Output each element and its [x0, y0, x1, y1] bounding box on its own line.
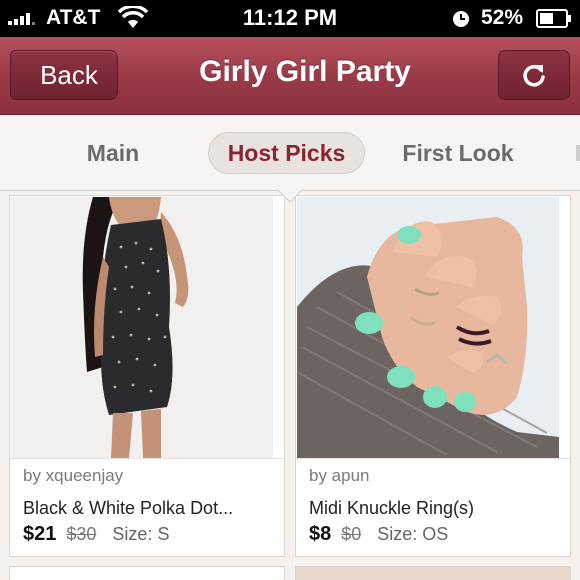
listing-card-next[interactable] — [9, 566, 285, 580]
listing-size: Size: S — [112, 524, 170, 544]
listing-card[interactable]: by apun Midi Knuckle Ring(s) $8 $0 Size:… — [295, 195, 571, 557]
listing-title[interactable]: Midi Knuckle Ring(s) — [309, 498, 474, 519]
tab-host-picks[interactable]: Host Picks — [208, 132, 365, 174]
card-divider — [10, 458, 284, 459]
listing-price: $8 — [309, 523, 332, 545]
listing-title[interactable]: Black & White Polka Dot... — [23, 498, 233, 519]
nav-bar: Back Girly Girl Party — [0, 37, 580, 115]
price-row: $21 $30 Size: S — [23, 523, 169, 546]
tab-first-look[interactable]: First Look — [390, 132, 526, 174]
price-row: $8 $0 Size: OS — [309, 523, 448, 546]
listing-price: $21 — [23, 523, 57, 545]
page-title: Girly Girl Party — [199, 55, 411, 88]
alarm-clock-icon — [453, 11, 469, 27]
original-price: $0 — [341, 524, 362, 544]
tab-main[interactable]: Main — [70, 132, 156, 174]
listing-size: Size: OS — [377, 524, 449, 544]
battery-icon — [536, 9, 571, 28]
listing-photo[interactable] — [297, 197, 559, 458]
refresh-button[interactable] — [498, 50, 570, 100]
listing-photo[interactable] — [11, 197, 273, 458]
back-button-label: Back — [40, 59, 98, 90]
seller-name[interactable]: by apun — [309, 466, 370, 486]
refresh-icon — [523, 65, 545, 87]
rings-photo — [297, 197, 559, 458]
back-button[interactable]: Back — [10, 50, 118, 100]
tab-scroll-indicator — [576, 145, 580, 161]
seller-name[interactable]: by xqueenjay — [23, 466, 123, 486]
battery-percent: 52% — [481, 6, 524, 29]
status-bar: AT&T 11:12 PM 52% — [0, 0, 580, 37]
original-price: $30 — [66, 524, 97, 544]
card-divider — [296, 458, 570, 459]
listing-card-next[interactable] — [295, 566, 571, 580]
dress-photo — [11, 197, 273, 458]
listing-card[interactable]: by xqueenjay Black & White Polka Dot... … — [9, 195, 285, 557]
